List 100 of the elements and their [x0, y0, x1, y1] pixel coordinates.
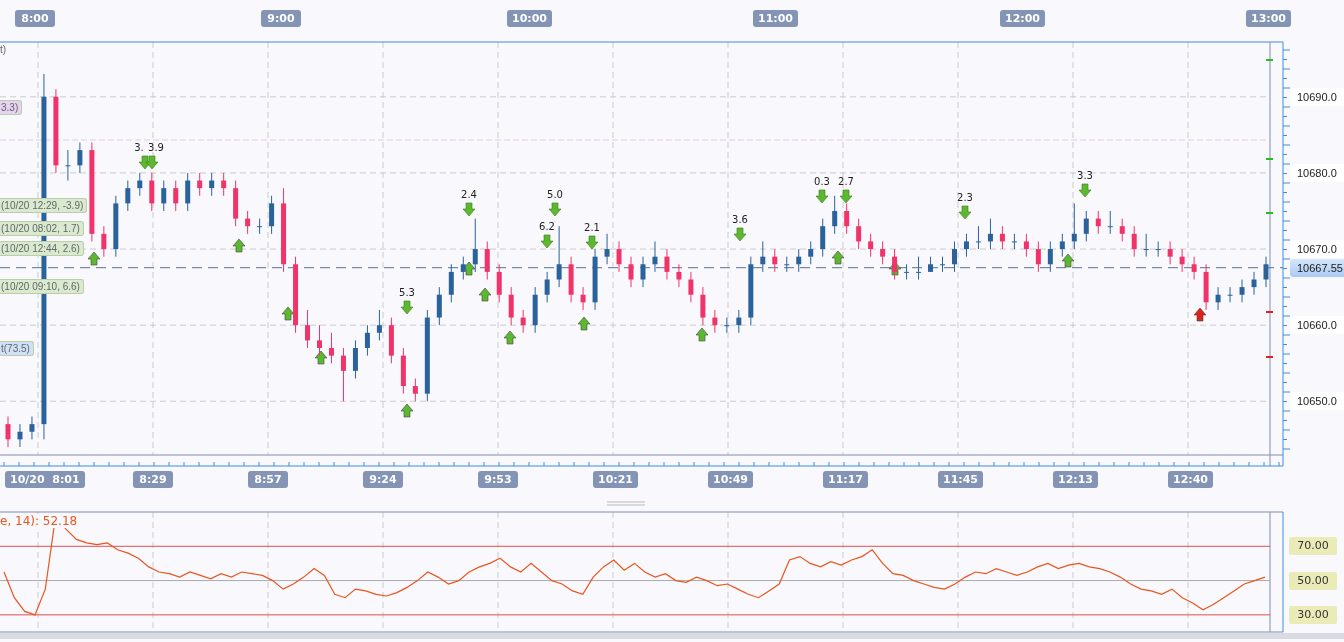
candle	[1191, 256, 1197, 280]
signal-value: 2.7	[838, 176, 854, 187]
candle	[149, 172, 155, 212]
candle	[317, 324, 322, 357]
rsi-level-label: 30.00	[1289, 605, 1337, 624]
price-label: 10660.0	[1290, 316, 1344, 335]
price-label: 10680.0	[1290, 163, 1344, 182]
candle	[832, 195, 838, 235]
candle	[700, 286, 706, 326]
candle	[400, 347, 406, 395]
candle	[784, 256, 790, 273]
time-label: 11:00	[753, 10, 798, 27]
time-label: 8:00	[15, 10, 55, 27]
time-label: 8:29	[133, 471, 173, 488]
candle	[724, 317, 730, 334]
current-price-label: 10667.55	[1290, 258, 1344, 277]
time-label: 12:00	[1000, 10, 1045, 27]
candle	[137, 172, 143, 197]
candle	[904, 263, 910, 280]
candle	[688, 271, 694, 303]
candle	[748, 256, 754, 326]
signal-value: 2.3	[957, 192, 973, 203]
candle	[975, 225, 981, 250]
candle	[1203, 263, 1209, 311]
time-label: 11:45	[938, 471, 983, 488]
candle	[796, 248, 802, 273]
candle	[736, 309, 742, 334]
candle	[352, 339, 358, 379]
candle	[556, 225, 562, 288]
data-tooltip: (10/20 08:02, 1.7)	[0, 221, 84, 236]
candle	[245, 210, 251, 235]
rsi-legend: e, 14): 52.18	[0, 514, 78, 528]
candle	[808, 240, 814, 265]
candle	[952, 240, 957, 273]
candle	[508, 286, 514, 326]
data-tooltip: (10/20 12:44, 2.6)	[0, 241, 84, 256]
signal-value: 0.3	[814, 176, 830, 187]
data-tooltip: (10/20 12:29, -3.9)	[0, 198, 88, 213]
time-label: 10:21	[593, 471, 638, 488]
candle	[125, 180, 131, 212]
candle	[77, 142, 83, 174]
candle	[1167, 240, 1173, 265]
candle	[616, 240, 622, 273]
time-label: 9:53	[478, 471, 518, 488]
candle	[460, 256, 466, 280]
candle	[712, 309, 718, 334]
candle	[1179, 248, 1185, 273]
candle	[305, 309, 310, 349]
candle	[676, 263, 682, 288]
candle	[664, 248, 670, 280]
candle	[233, 180, 239, 227]
candle	[772, 248, 778, 273]
candle	[640, 256, 646, 288]
candle	[113, 195, 119, 258]
candle	[1083, 210, 1089, 242]
candle	[1023, 233, 1029, 258]
time-label: 9:24	[363, 471, 403, 488]
candle	[364, 324, 370, 357]
candle	[1059, 233, 1065, 258]
candle	[1143, 233, 1149, 258]
candle	[269, 195, 275, 235]
data-tooltip: (10/20 09:10, 6.6)	[0, 279, 84, 294]
price-label: 10690.0	[1290, 87, 1344, 106]
candle	[999, 225, 1005, 250]
candle	[1215, 286, 1221, 311]
candle	[520, 309, 526, 334]
signal-value: 3.6	[732, 214, 748, 225]
candle	[1263, 256, 1269, 288]
candle	[1251, 271, 1257, 296]
candle	[329, 332, 334, 364]
candle	[161, 180, 167, 212]
data-tooltip: 3.3)	[0, 100, 23, 115]
signal-value: 2.4	[461, 189, 477, 200]
signal-value: 3.3	[1077, 170, 1093, 181]
candle	[628, 256, 634, 288]
candle	[448, 263, 454, 303]
candle	[856, 218, 862, 250]
candle	[964, 233, 969, 258]
candle	[1047, 240, 1053, 273]
price-label: 10650.0	[1290, 392, 1344, 411]
candle	[472, 218, 478, 273]
candle	[568, 256, 574, 303]
time-label: 8:57	[248, 471, 288, 488]
time-label: 10:49	[708, 471, 753, 488]
candle	[376, 309, 382, 341]
candle	[868, 233, 874, 258]
signal-value: 3.	[134, 142, 144, 153]
candle	[209, 172, 215, 197]
candle	[532, 286, 538, 334]
candle	[65, 149, 71, 182]
candle	[1011, 233, 1017, 250]
time-label: 9:00	[261, 10, 301, 27]
candle	[1035, 240, 1041, 273]
series-label: t)	[0, 44, 7, 55]
candle	[496, 263, 502, 303]
candle	[1107, 210, 1113, 235]
candle	[257, 218, 263, 235]
signal-value: 6.2	[539, 221, 555, 232]
candle	[388, 317, 394, 364]
candle	[5, 416, 11, 448]
